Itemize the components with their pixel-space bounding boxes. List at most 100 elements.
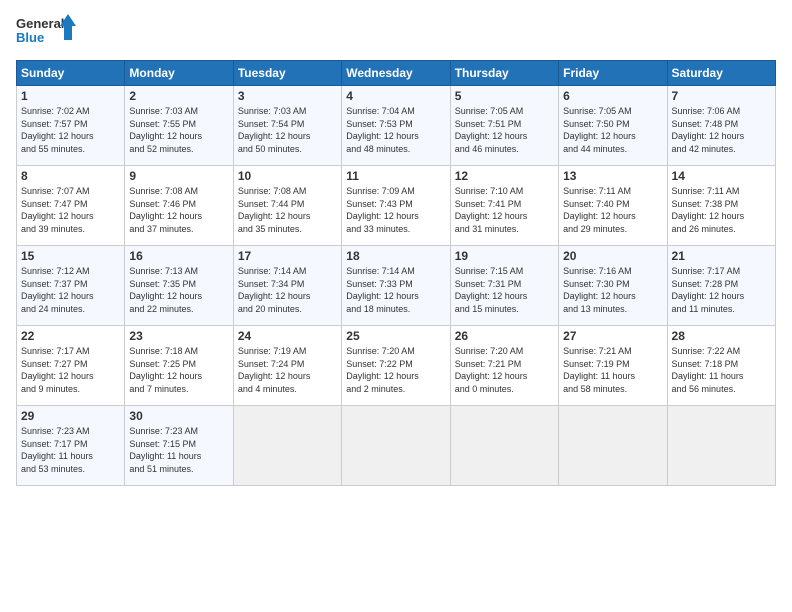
day-header-wednesday: Wednesday: [342, 61, 450, 86]
day-cell: 8 Sunrise: 7:07 AM Sunset: 7:47 PM Daylig…: [17, 166, 125, 246]
day-cell: 3 Sunrise: 7:03 AM Sunset: 7:54 PM Daylig…: [233, 86, 341, 166]
day-info: Sunrise: 7:03 AM Sunset: 7:54 PM Dayligh…: [238, 105, 337, 155]
day-number: 13: [563, 169, 662, 183]
day-info: Sunrise: 7:20 AM Sunset: 7:22 PM Dayligh…: [346, 345, 445, 395]
day-number: 12: [455, 169, 554, 183]
day-cell: 26Sunrise: 7:20 AM Sunset: 7:21 PM Dayli…: [450, 326, 558, 406]
day-number: 23: [129, 329, 228, 343]
day-cell: 1 Sunrise: 7:02 AM Sunset: 7:57 PM Daylig…: [17, 86, 125, 166]
day-info: Sunrise: 7:23 AM Sunset: 7:15 PM Dayligh…: [129, 425, 228, 475]
logo: General Blue: [16, 12, 76, 56]
day-info: Sunrise: 7:18 AM Sunset: 7:25 PM Dayligh…: [129, 345, 228, 395]
day-number: 6: [563, 89, 662, 103]
day-info: Sunrise: 7:11 AM Sunset: 7:40 PM Dayligh…: [563, 185, 662, 235]
day-cell: 21 Sunrise: 7:17 AM Sunset: 7:28 PM Dayli…: [667, 246, 775, 326]
day-cell: [450, 406, 558, 486]
day-cell: 4 Sunrise: 7:04 AM Sunset: 7:53 PM Daylig…: [342, 86, 450, 166]
day-info: Sunrise: 7:15 AM Sunset: 7:31 PM Dayligh…: [455, 265, 554, 315]
day-number: 10: [238, 169, 337, 183]
day-info: Sunrise: 7:02 AM Sunset: 7:57 PM Dayligh…: [21, 105, 120, 155]
day-info: Sunrise: 7:12 AM Sunset: 7:37 PM Dayligh…: [21, 265, 120, 315]
day-cell: 2Sunrise: 7:03 AM Sunset: 7:55 PM Daylig…: [125, 86, 233, 166]
day-number: 8: [21, 169, 120, 183]
day-cell: 9 Sunrise: 7:08 AM Sunset: 7:46 PM Daylig…: [125, 166, 233, 246]
day-cell: 27Sunrise: 7:21 AM Sunset: 7:19 PM Dayli…: [559, 326, 667, 406]
day-info: Sunrise: 7:07 AM Sunset: 7:47 PM Dayligh…: [21, 185, 120, 235]
day-cell: 29Sunrise: 7:23 AM Sunset: 7:17 PM Dayli…: [17, 406, 125, 486]
day-header-tuesday: Tuesday: [233, 61, 341, 86]
day-number: 27: [563, 329, 662, 343]
day-number: 14: [672, 169, 771, 183]
day-info: Sunrise: 7:04 AM Sunset: 7:53 PM Dayligh…: [346, 105, 445, 155]
header-row: SundayMondayTuesdayWednesdayThursdayFrid…: [17, 61, 776, 86]
day-cell: 5Sunrise: 7:05 AM Sunset: 7:51 PM Daylig…: [450, 86, 558, 166]
header: General Blue: [16, 12, 776, 56]
day-number: 17: [238, 249, 337, 263]
day-cell: [667, 406, 775, 486]
day-number: 7: [672, 89, 771, 103]
day-cell: 12 Sunrise: 7:10 AM Sunset: 7:41 PM Dayli…: [450, 166, 558, 246]
day-number: 19: [455, 249, 554, 263]
day-cell: 10 Sunrise: 7:08 AM Sunset: 7:44 PM Dayli…: [233, 166, 341, 246]
day-info: Sunrise: 7:14 AM Sunset: 7:34 PM Dayligh…: [238, 265, 337, 315]
day-number: 5: [455, 89, 554, 103]
day-info: Sunrise: 7:14 AM Sunset: 7:33 PM Dayligh…: [346, 265, 445, 315]
day-cell: 16 Sunrise: 7:13 AM Sunset: 7:35 PM Dayli…: [125, 246, 233, 326]
day-number: 3: [238, 89, 337, 103]
day-number: 2: [129, 89, 228, 103]
day-info: Sunrise: 7:22 AM Sunset: 7:18 PM Dayligh…: [672, 345, 771, 395]
day-cell: 22Sunrise: 7:17 AM Sunset: 7:27 PM Dayli…: [17, 326, 125, 406]
day-info: Sunrise: 7:19 AM Sunset: 7:24 PM Dayligh…: [238, 345, 337, 395]
day-info: Sunrise: 7:08 AM Sunset: 7:46 PM Dayligh…: [129, 185, 228, 235]
day-cell: [233, 406, 341, 486]
calendar-page: General Blue SundayMondayTuesdayWednesda…: [0, 0, 792, 612]
week-row-2: 8 Sunrise: 7:07 AM Sunset: 7:47 PM Daylig…: [17, 166, 776, 246]
day-cell: 30 Sunrise: 7:23 AM Sunset: 7:15 PM Dayli…: [125, 406, 233, 486]
day-cell: 28 Sunrise: 7:22 AM Sunset: 7:18 PM Dayli…: [667, 326, 775, 406]
day-cell: 13 Sunrise: 7:11 AM Sunset: 7:40 PM Dayli…: [559, 166, 667, 246]
day-cell: 23 Sunrise: 7:18 AM Sunset: 7:25 PM Dayli…: [125, 326, 233, 406]
day-number: 18: [346, 249, 445, 263]
day-number: 9: [129, 169, 228, 183]
day-header-monday: Monday: [125, 61, 233, 86]
week-row-4: 22Sunrise: 7:17 AM Sunset: 7:27 PM Dayli…: [17, 326, 776, 406]
day-cell: 6 Sunrise: 7:05 AM Sunset: 7:50 PM Daylig…: [559, 86, 667, 166]
svg-text:General: General: [16, 16, 64, 31]
week-row-3: 15 Sunrise: 7:12 AM Sunset: 7:37 PM Dayli…: [17, 246, 776, 326]
day-number: 29: [21, 409, 120, 423]
day-cell: 17 Sunrise: 7:14 AM Sunset: 7:34 PM Dayli…: [233, 246, 341, 326]
day-number: 28: [672, 329, 771, 343]
day-cell: 20Sunrise: 7:16 AM Sunset: 7:30 PM Dayli…: [559, 246, 667, 326]
day-header-saturday: Saturday: [667, 61, 775, 86]
week-row-5: 29Sunrise: 7:23 AM Sunset: 7:17 PM Dayli…: [17, 406, 776, 486]
day-number: 1: [21, 89, 120, 103]
day-number: 4: [346, 89, 445, 103]
week-row-1: 1 Sunrise: 7:02 AM Sunset: 7:57 PM Daylig…: [17, 86, 776, 166]
day-number: 30: [129, 409, 228, 423]
day-number: 21: [672, 249, 771, 263]
day-info: Sunrise: 7:13 AM Sunset: 7:35 PM Dayligh…: [129, 265, 228, 315]
day-number: 16: [129, 249, 228, 263]
day-info: Sunrise: 7:09 AM Sunset: 7:43 PM Dayligh…: [346, 185, 445, 235]
day-cell: 25Sunrise: 7:20 AM Sunset: 7:22 PM Dayli…: [342, 326, 450, 406]
day-info: Sunrise: 7:06 AM Sunset: 7:48 PM Dayligh…: [672, 105, 771, 155]
logo-svg: General Blue: [16, 12, 76, 56]
svg-text:Blue: Blue: [16, 30, 44, 45]
day-header-thursday: Thursday: [450, 61, 558, 86]
day-cell: 19 Sunrise: 7:15 AM Sunset: 7:31 PM Dayli…: [450, 246, 558, 326]
day-number: 20: [563, 249, 662, 263]
day-number: 24: [238, 329, 337, 343]
day-header-sunday: Sunday: [17, 61, 125, 86]
day-number: 22: [21, 329, 120, 343]
day-header-friday: Friday: [559, 61, 667, 86]
day-number: 15: [21, 249, 120, 263]
day-info: Sunrise: 7:05 AM Sunset: 7:50 PM Dayligh…: [563, 105, 662, 155]
day-info: Sunrise: 7:08 AM Sunset: 7:44 PM Dayligh…: [238, 185, 337, 235]
day-cell: 11Sunrise: 7:09 AM Sunset: 7:43 PM Dayli…: [342, 166, 450, 246]
day-info: Sunrise: 7:20 AM Sunset: 7:21 PM Dayligh…: [455, 345, 554, 395]
day-cell: 15 Sunrise: 7:12 AM Sunset: 7:37 PM Dayli…: [17, 246, 125, 326]
calendar-table: SundayMondayTuesdayWednesdayThursdayFrid…: [16, 60, 776, 486]
day-cell: 18 Sunrise: 7:14 AM Sunset: 7:33 PM Dayli…: [342, 246, 450, 326]
day-info: Sunrise: 7:10 AM Sunset: 7:41 PM Dayligh…: [455, 185, 554, 235]
day-info: Sunrise: 7:17 AM Sunset: 7:28 PM Dayligh…: [672, 265, 771, 315]
